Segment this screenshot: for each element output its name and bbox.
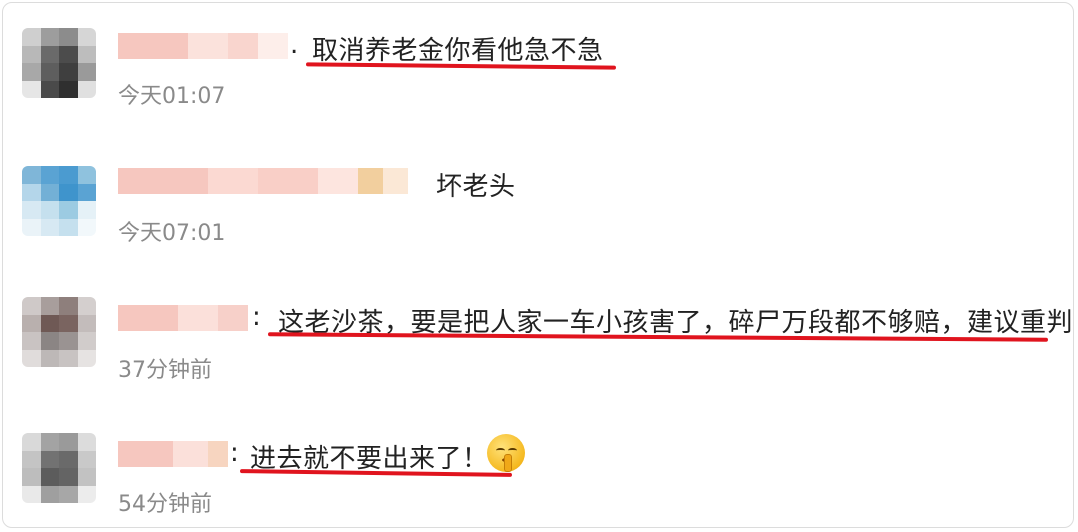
shushing-face-emoji (487, 434, 525, 472)
comment-text: 取消养老金你看他急不急 (312, 36, 604, 66)
comment-separator: : (252, 302, 262, 332)
comment-time: 54分钟前 (118, 492, 212, 517)
comment-time: 今天01:07 (118, 84, 226, 109)
avatar[interactable] (22, 166, 96, 236)
comment-separator: : (230, 438, 240, 468)
comment-text: 坏老头 (436, 172, 516, 202)
avatar[interactable] (22, 297, 96, 367)
avatar[interactable] (22, 433, 96, 503)
comment-time: 37分钟前 (118, 358, 212, 383)
username-blurred[interactable] (118, 441, 228, 467)
comment-separator: . (290, 30, 299, 60)
username-blurred[interactable] (118, 305, 248, 331)
comment-time: 今天07:01 (118, 221, 226, 246)
avatar[interactable] (22, 28, 96, 98)
username-blurred[interactable] (118, 33, 288, 59)
username-blurred[interactable] (118, 168, 408, 194)
